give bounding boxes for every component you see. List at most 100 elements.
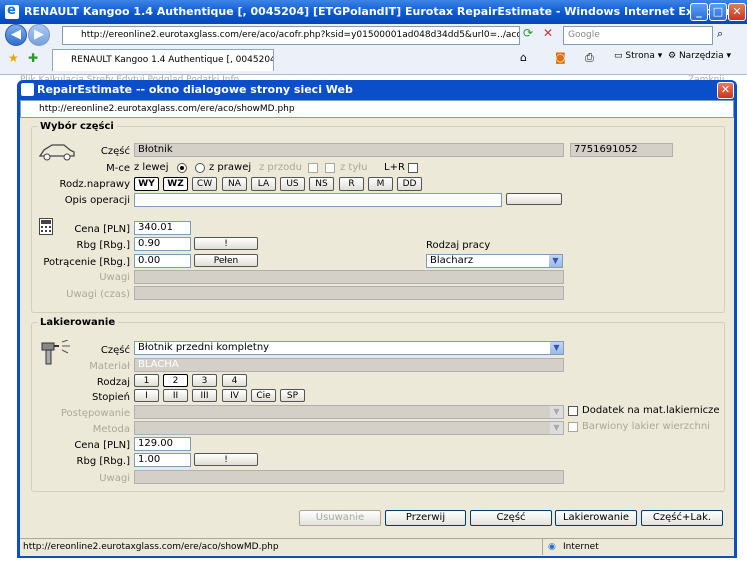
rodz-r-button[interactable]: R — [339, 177, 364, 191]
barwiony-label: Barwiony lakier wierzchni — [582, 421, 710, 432]
z-tylu-check[interactable] — [325, 163, 335, 173]
opis-operacji-button[interactable] — [506, 193, 562, 205]
lak-uwagi-label: Uwagi — [99, 473, 130, 484]
rodzaj-4-button[interactable]: 4 — [222, 374, 247, 387]
postepowanie-label: Postępowanie — [60, 408, 130, 419]
back-button[interactable]: ◀ — [5, 24, 27, 46]
search-input[interactable]: Google — [563, 26, 713, 45]
z-przodu-label: z przodu — [259, 162, 302, 173]
tools-menu[interactable]: ⚙ Narzędzia ▾ — [668, 51, 731, 61]
wybor-legend: Wybór części — [40, 121, 114, 132]
chevron-down-icon: ▼ — [550, 422, 563, 434]
przerwij-button[interactable]: Przerwij — [385, 510, 466, 526]
rodz-cw-button[interactable]: CW — [192, 177, 217, 191]
ie-logo-icon — [5, 0, 19, 23]
czesc-button[interactable]: Część — [470, 510, 552, 526]
lakierowanie-button[interactable]: Lakierowanie — [555, 510, 637, 526]
lak-czesc-value: Błotnik przedni kompletny — [138, 342, 270, 353]
czesc-lak-button[interactable]: Część+Lak. — [641, 510, 723, 526]
home-icon[interactable]: ⌂ — [520, 51, 527, 64]
rodz-la-button[interactable]: LA — [251, 177, 276, 191]
repair-dialog: RepairEstimate -- okno dialogowe strony … — [17, 80, 737, 558]
lr-check[interactable] — [408, 163, 418, 173]
refresh-icon[interactable]: ⟳ — [523, 26, 533, 40]
rodz-ns-button[interactable]: NS — [309, 177, 334, 191]
lak-czesc-select[interactable]: Błotnik przedni kompletny ▼ — [134, 341, 564, 355]
pelen-button[interactable]: Pełen — [194, 254, 258, 267]
lak-cena-label: Cena [PLN] — [74, 440, 130, 451]
usuwanie-button[interactable]: Usuwanie — [299, 510, 381, 526]
stopien-iv-button[interactable]: IV — [222, 389, 247, 402]
lak-cena-input[interactable]: 129.00 — [134, 437, 191, 451]
dodatek-check[interactable] — [568, 406, 578, 416]
czesc-code-field: 7751691052 — [570, 143, 673, 157]
chevron-down-icon: ▼ — [550, 406, 563, 418]
stopien-i-button[interactable]: I — [134, 389, 159, 402]
potracenie-label: Potrącenie [Rbg.] — [43, 257, 130, 268]
barwiony-check[interactable] — [568, 422, 578, 432]
z-prawej-radio[interactable] — [195, 163, 205, 173]
dialog-status-bar: http://ereonline2.eurotaxglass.com/ere/a… — [20, 538, 734, 556]
page-menu[interactable]: ▭ Strona ▾ — [614, 51, 662, 61]
opis-operacji-input[interactable] — [134, 193, 502, 207]
rodz-naprawy-label: Rodz.naprawy — [59, 179, 130, 190]
rodzaj-pracy-value: Blacharz — [430, 255, 474, 266]
lakierowanie-legend: Lakierowanie — [40, 317, 116, 328]
minimize-button[interactable]: _ — [690, 3, 708, 21]
z-prawej-label: z prawej — [209, 162, 252, 173]
browser-tab[interactable]: RENAULT Kangoo 1.4 Authentique [, 004520… — [52, 49, 274, 71]
maximize-button[interactable]: □ — [709, 3, 727, 21]
add-favorite-icon[interactable]: ✚ — [28, 51, 38, 65]
search-icon[interactable]: ⌕ — [717, 27, 723, 41]
metoda-label: Metoda — [92, 424, 130, 435]
z-tylu-label: z tyłu — [340, 162, 368, 173]
rodzaj-1-button[interactable]: 1 — [134, 374, 159, 387]
uwagi-label: Uwagi — [99, 272, 130, 283]
favorites-star-icon[interactable]: ★ — [8, 51, 19, 65]
lr-label: L+R — [384, 162, 405, 173]
stopien-sp-button[interactable]: SP — [280, 389, 305, 402]
lak-rbg-excl-button[interactable]: ! — [194, 453, 258, 466]
stopien-iii-button[interactable]: III — [192, 389, 217, 402]
z-przodu-check[interactable] — [308, 163, 318, 173]
cena-input[interactable]: 340.01 — [134, 221, 191, 235]
potracenie-input[interactable]: 0.00 — [134, 254, 191, 268]
postepowanie-select: ▼ — [134, 405, 564, 419]
browser-title: RENAULT Kangoo 1.4 Authentique [, 004520… — [24, 5, 731, 18]
lak-rbg-input[interactable]: 1.00 — [134, 453, 191, 467]
rodz-dd-button[interactable]: DD — [397, 177, 422, 191]
dialog-close-icon[interactable]: ✕ — [717, 82, 734, 99]
rodz-m-button[interactable]: M — [368, 177, 393, 191]
dialog-icon — [21, 83, 34, 96]
material-field: BLACHA — [134, 358, 564, 372]
czesc-field: Błotnik — [134, 143, 564, 157]
stopien-label: Stopień — [91, 392, 130, 403]
uwagi-czas-field — [134, 286, 564, 300]
rodz-wy-button[interactable]: WY — [134, 177, 159, 191]
address-bar[interactable]: http://ereonline2.eurotaxglass.com/ere/a… — [62, 26, 520, 45]
chevron-down-icon: ▼ — [549, 255, 562, 267]
rbg-excl-button[interactable]: ! — [194, 237, 258, 250]
rodz-us-button[interactable]: US — [280, 177, 305, 191]
rodzaj-3-button[interactable]: 3 — [192, 374, 217, 387]
dialog-title-bar: RepairEstimate -- okno dialogowe strony … — [17, 80, 737, 100]
close-icon[interactable]: ✕ — [728, 3, 746, 21]
rbg-input[interactable]: 0.90 — [134, 237, 191, 251]
rodz-wz-button[interactable]: WZ — [163, 177, 188, 191]
z-lewej-label: z lewej — [134, 162, 169, 173]
mce-label: M-ce — [106, 163, 130, 174]
rodzaj-pracy-label: Rodzaj pracy — [426, 240, 491, 251]
z-lewej-radio[interactable] — [177, 163, 187, 173]
feeds-icon[interactable]: ◙ — [555, 51, 566, 64]
rodz-na-button[interactable]: NA — [222, 177, 247, 191]
forward-button[interactable]: ▶ — [28, 24, 50, 46]
status-url: http://ereonline2.eurotaxglass.com/ere/a… — [23, 542, 279, 552]
stop-icon[interactable]: ✕ — [543, 26, 553, 40]
lak-czesc-label: Część — [100, 345, 130, 356]
rodzaj-2-button[interactable]: 2 — [163, 374, 188, 387]
rbg-label: Rbg [Rbg.] — [76, 240, 130, 251]
print-icon[interactable]: ⎙ — [585, 51, 594, 65]
stopien-cie-button[interactable]: Cie — [251, 389, 276, 402]
rodzaj-pracy-select[interactable]: Blacharz ▼ — [426, 254, 563, 268]
stopien-ii-button[interactable]: II — [163, 389, 188, 402]
